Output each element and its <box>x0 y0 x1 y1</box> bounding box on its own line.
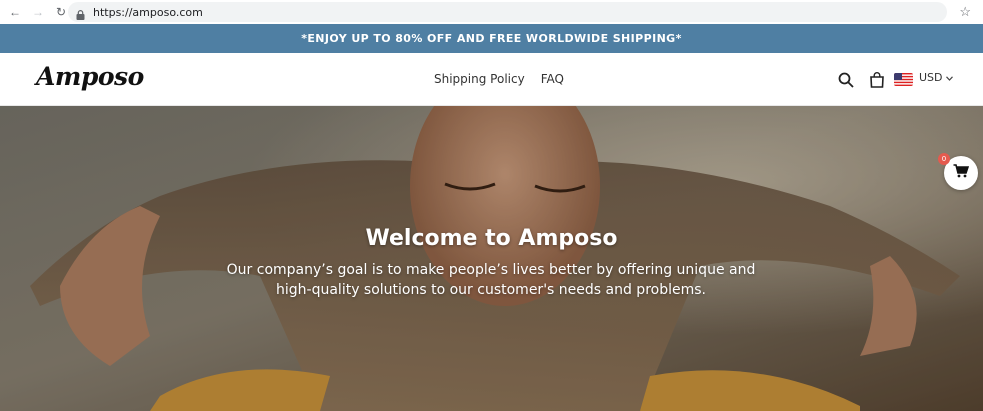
chevron-down-icon <box>945 71 953 84</box>
shopping-bag-icon[interactable] <box>870 72 884 93</box>
nav-link-shipping-policy[interactable]: Shipping Policy <box>434 72 525 86</box>
logo[interactable]: Amposo <box>36 62 144 91</box>
address-bar[interactable]: https://amposo.com <box>68 2 947 22</box>
currency-label: USD <box>919 71 943 84</box>
nav-link-faq[interactable]: FAQ <box>541 72 564 86</box>
main-nav: Shipping Policy FAQ <box>434 72 564 86</box>
reload-icon[interactable]: ↻ <box>54 5 68 19</box>
hero-title: Welcome to Amposo <box>365 226 618 251</box>
hero-image <box>0 106 983 411</box>
hero-subtitle: Our company’s goal is to make people’s l… <box>226 262 756 298</box>
forward-arrow-icon[interactable]: → <box>31 5 45 19</box>
hero-banner: Welcome to Amposo Our company’s goal is … <box>0 106 983 411</box>
lock-icon <box>76 7 85 20</box>
browser-toolbar: ← → ↻ https://amposo.com ☆ <box>0 0 983 24</box>
star-icon[interactable]: ☆ <box>959 4 971 20</box>
announcement-text: *ENJOY UP TO 80% OFF AND FREE WORLDWIDE … <box>301 32 682 45</box>
currency-selector[interactable]: USD <box>919 71 953 84</box>
url-text: https://amposo.com <box>93 5 203 19</box>
site-header: Amposo Shipping Policy FAQ USD <box>0 53 983 106</box>
cart-icon <box>953 163 970 183</box>
back-arrow-icon[interactable]: ← <box>8 5 22 19</box>
cart-count-badge: 0 <box>938 153 950 165</box>
search-icon[interactable] <box>838 72 854 93</box>
announcement-bar: *ENJOY UP TO 80% OFF AND FREE WORLDWIDE … <box>0 24 983 53</box>
us-flag-icon <box>894 73 913 86</box>
